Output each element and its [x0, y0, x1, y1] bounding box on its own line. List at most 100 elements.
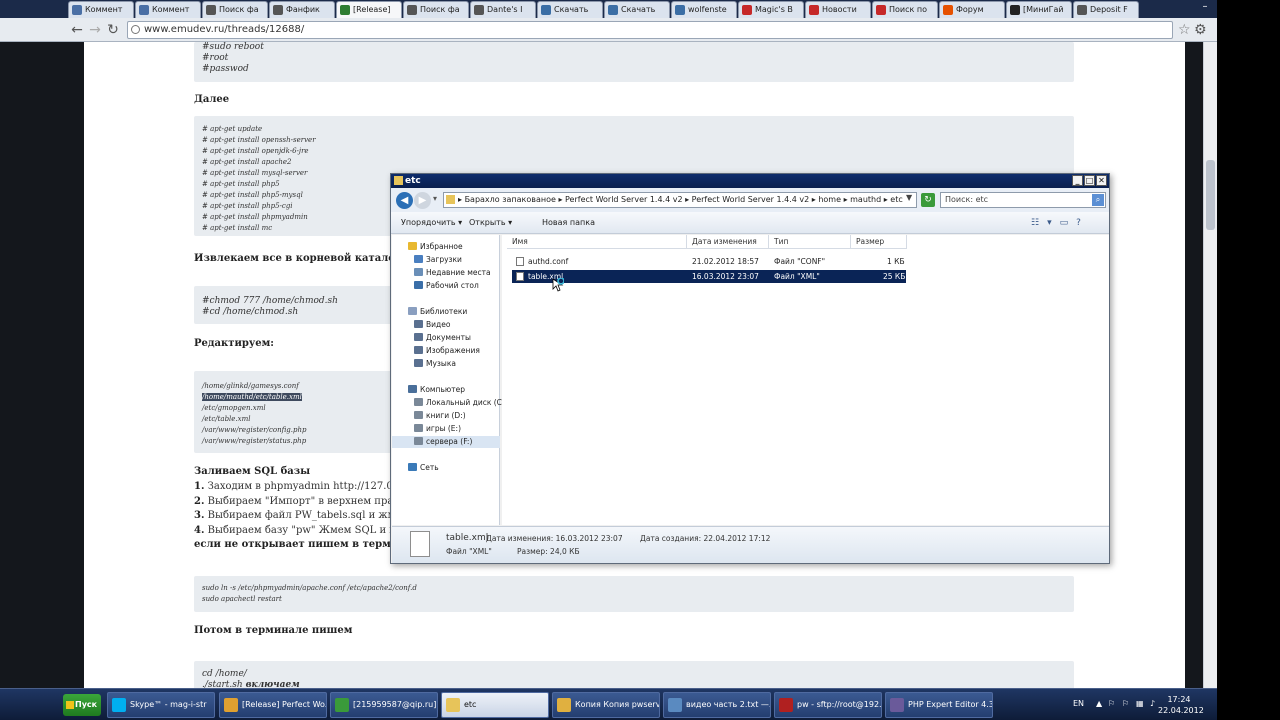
app-icon [557, 698, 571, 712]
favicon-icon [608, 5, 618, 15]
chevron-down-icon[interactable]: ▼ [906, 193, 912, 202]
explorer-title-bar[interactable]: etc _ □ ✕ [391, 174, 1109, 188]
volume-icon[interactable]: ♪ [1150, 699, 1155, 708]
favicon-icon [474, 5, 484, 15]
browser-tab[interactable]: wolfenste [671, 1, 737, 18]
taskbar-button[interactable]: pw - sftp://root@192.... [774, 692, 882, 718]
view-mode-icon[interactable]: ☷ [1031, 217, 1039, 229]
nav-item[interactable]: Сеть [392, 462, 500, 474]
breadcrumb-item[interactable]: Барахло запакованое [465, 195, 556, 204]
search-input[interactable]: Поиск: etc ⌕ [940, 192, 1106, 208]
nav-item[interactable]: Библиотеки [392, 306, 500, 318]
browser-tab[interactable]: Фанфик [269, 1, 335, 18]
browser-tab[interactable]: Magic's B [738, 1, 804, 18]
search-icon[interactable]: ⌕ [1092, 194, 1104, 206]
favicon-icon [943, 5, 953, 15]
taskbar-button[interactable]: etc [441, 692, 549, 718]
taskbar-button-label: [Release] Perfect Wo... [242, 700, 327, 709]
taskbar-button[interactable]: PHP Expert Editor 4.3 [885, 692, 993, 718]
taskbar-button[interactable]: Копия Копия pwserv... [552, 692, 660, 718]
minimize-icon[interactable]: – [1194, 0, 1216, 15]
column-header-name[interactable]: Имя [507, 235, 687, 249]
tab-label: Deposit F [1090, 5, 1128, 14]
taskbar-button[interactable]: [215959587@qip.ru] ... [330, 692, 438, 718]
nav-item[interactable]: Музыка [392, 358, 500, 370]
taskbar-button[interactable]: видео часть 2.txt —... [663, 692, 771, 718]
back-arrow-icon[interactable]: ◀ [396, 192, 413, 209]
file-date: 16.03.2012 23:07 [692, 272, 759, 281]
chevron-down-icon[interactable]: ▾ [1047, 217, 1052, 229]
tab-label: Форум [956, 5, 984, 14]
back-arrow-icon[interactable]: ← [68, 21, 86, 39]
wrench-menu-icon[interactable]: ⚙ [1194, 21, 1207, 39]
reload-icon[interactable]: ↻ [104, 21, 122, 39]
maximize-icon[interactable]: □ [1084, 175, 1095, 186]
browser-tab[interactable]: Dante's I [470, 1, 536, 18]
breadcrumb-item[interactable]: mauthd [850, 195, 881, 204]
organize-button[interactable]: Упорядочить ▾ [401, 212, 462, 234]
preview-pane-icon[interactable]: ▭ [1060, 217, 1069, 229]
address-bar[interactable]: www.emudev.ru/threads/12688/ [127, 21, 1173, 39]
browser-tab[interactable]: [МиниГай [1006, 1, 1072, 18]
start-button[interactable]: Пуск [63, 694, 101, 716]
code-line: sudo apachectl restart [202, 595, 282, 603]
browser-tab[interactable]: [Release] [336, 1, 402, 18]
browser-tab[interactable]: Поиск фа [403, 1, 469, 18]
browser-tab[interactable]: Скачать [604, 1, 670, 18]
breadcrumb-item[interactable]: Perfect World Server 1.4.4 v2 [692, 195, 810, 204]
explorer-command-bar: Упорядочить ▾ Открыть ▾ Новая папка ☷ ▾ … [391, 212, 1109, 234]
browser-tab[interactable]: Форум [939, 1, 1005, 18]
clock-date: 22.04.2012 [1158, 706, 1204, 715]
browser-toolbar: ← → ↻ www.emudev.ru/threads/12688/ ☆ ⚙ [0, 18, 1280, 42]
clock[interactable]: 17:24 22.04.2012 [1158, 694, 1204, 716]
page-scrollbar[interactable] [1203, 42, 1217, 688]
bookmark-star-icon[interactable]: ☆ [1178, 21, 1191, 39]
nav-item[interactable]: Локальный диск (C:) [392, 397, 507, 409]
new-folder-button[interactable]: Новая папка [542, 212, 595, 234]
nav-item[interactable]: Документы [392, 332, 500, 344]
browser-tab[interactable]: Deposit F [1073, 1, 1139, 18]
breadcrumb-item[interactable]: home [818, 195, 841, 204]
nav-item[interactable]: Загрузки [392, 254, 500, 266]
language-indicator[interactable]: EN [1073, 699, 1084, 708]
browser-tab[interactable]: Коммент [135, 1, 201, 18]
nav-item[interactable]: Компьютер [392, 384, 500, 396]
breadcrumb-item[interactable]: etc [890, 195, 902, 204]
breadcrumb-item[interactable]: Perfect World Server 1.4.4 v2 [565, 195, 683, 204]
browser-tab[interactable]: Новости [805, 1, 871, 18]
nav-item[interactable]: игры (E:) [392, 423, 500, 435]
nav-item[interactable]: Недавние места [392, 267, 500, 279]
taskbar: Пуск Skype™ - mag-i-str [Release] Perfect… [0, 688, 1280, 720]
nav-item[interactable]: Рабочий стол [392, 280, 500, 292]
flag-icon[interactable]: ⚐ [1122, 699, 1129, 708]
close-icon[interactable]: ✕ [1096, 175, 1107, 186]
table-row[interactable]: table.xml 16.03.2012 23:07 Файл "XML" 25… [512, 270, 906, 283]
network-icon[interactable]: ▦ [1136, 699, 1144, 708]
column-header-type[interactable]: Тип [769, 235, 851, 249]
refresh-icon[interactable]: ↻ [921, 193, 935, 207]
browser-tab[interactable]: Коммент [68, 1, 134, 18]
flag-icon[interactable]: ⚐ [1108, 699, 1115, 708]
forward-arrow-icon[interactable]: ▶ [414, 192, 431, 209]
taskbar-button[interactable]: Skype™ - mag-i-str [107, 692, 215, 718]
column-header-size[interactable]: Размер [851, 235, 907, 249]
nav-item[interactable]: Избранное [392, 241, 500, 253]
forward-arrow-icon[interactable]: → [86, 21, 104, 39]
breadcrumb[interactable]: ▸ Барахло запакованое ▸ Perfect World Se… [443, 192, 917, 208]
browser-tab[interactable]: Поиск фа [202, 1, 268, 18]
nav-item[interactable]: Изображения [392, 345, 500, 357]
browser-tab[interactable]: Скачать [537, 1, 603, 18]
column-header-date[interactable]: Дата изменения [687, 235, 769, 249]
browser-tab[interactable]: Поиск по [872, 1, 938, 18]
table-row[interactable]: authd.conf 21.02.2012 18:57 Файл "CONF" … [512, 255, 906, 268]
open-button[interactable]: Открыть ▾ [469, 212, 512, 234]
nav-item[interactable]: Видео [392, 319, 500, 331]
tray-expand-icon[interactable]: ▲ [1096, 699, 1102, 708]
taskbar-button[interactable]: [Release] Perfect Wo... [219, 692, 327, 718]
history-dropdown-icon[interactable]: ▾ [433, 194, 437, 203]
nav-item[interactable]: сервера (F:) [392, 436, 500, 448]
scrollbar-thumb[interactable] [1206, 160, 1215, 230]
minimize-icon[interactable]: _ [1072, 175, 1083, 186]
help-icon[interactable]: ? [1076, 217, 1081, 229]
nav-item[interactable]: книги (D:) [392, 410, 500, 422]
